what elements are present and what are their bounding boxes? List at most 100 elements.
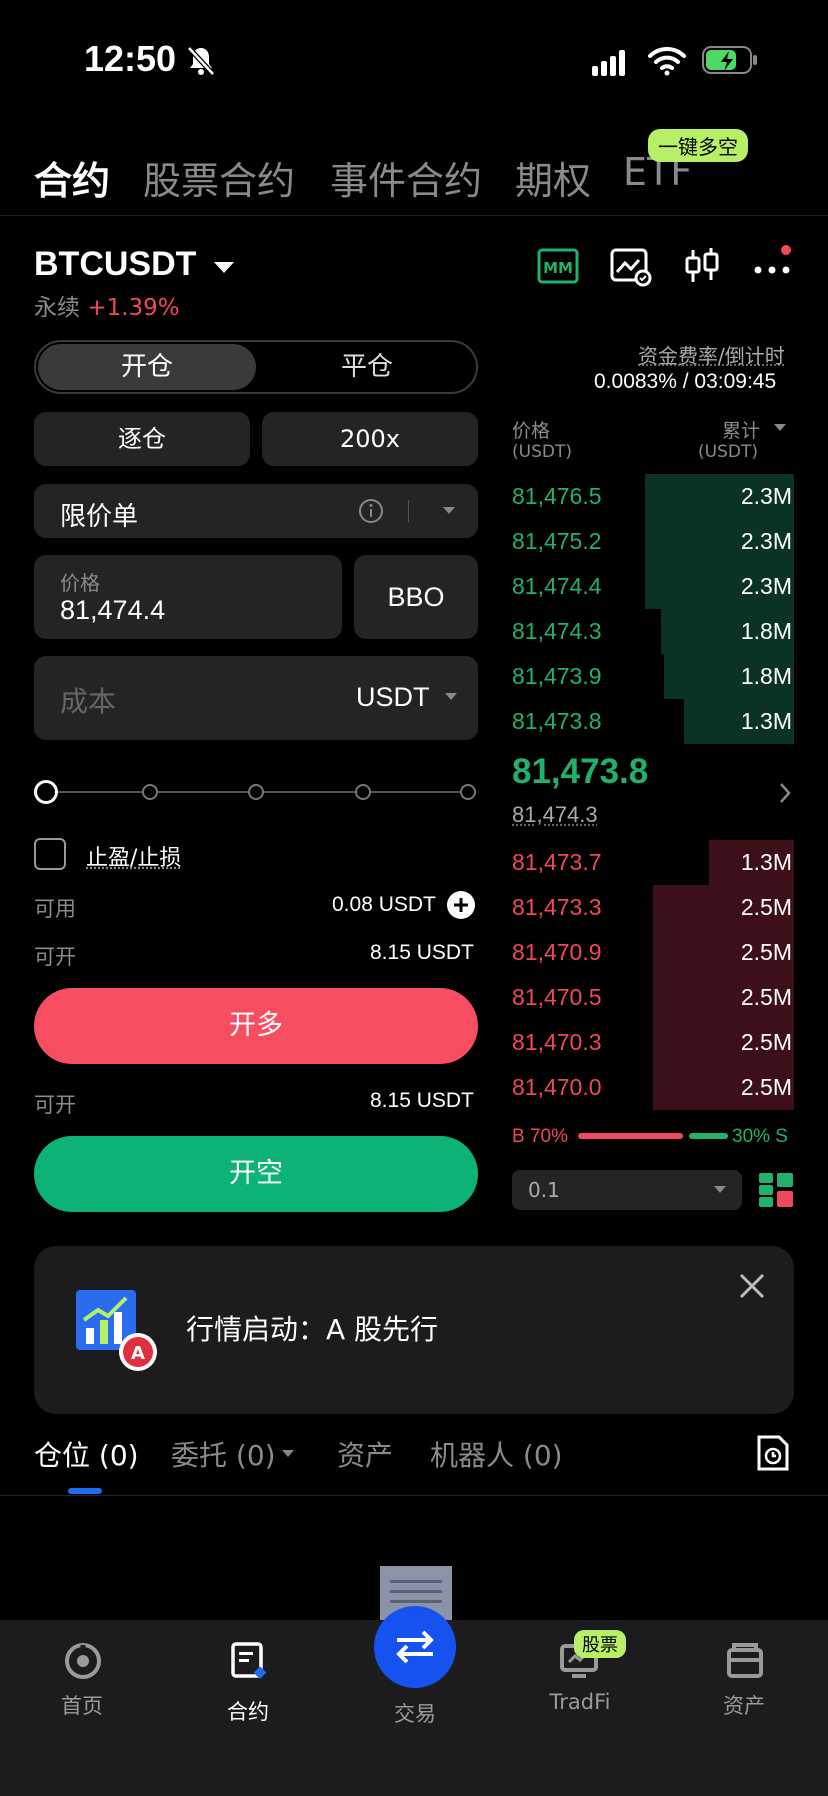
cost-input-placeholder: 成本 [60, 685, 117, 718]
tpsl-label[interactable]: 止盈/止损 [86, 840, 181, 872]
open-long-button[interactable]: 开多 [34, 988, 478, 1064]
more-icon[interactable] [752, 244, 796, 288]
bid-row[interactable]: 81,470.5 2.5M [512, 975, 794, 1020]
close-icon[interactable] [738, 1272, 766, 1300]
ask-price: 81,473.9 [512, 663, 602, 689]
chevron-down-icon [282, 1450, 294, 1457]
slider-step-25[interactable] [142, 784, 158, 800]
ask-quantity: 1.8M [740, 618, 792, 644]
tradfi-badge: 股票 [574, 1630, 626, 1658]
divider [408, 500, 409, 522]
bid-price: 81,473.7 [512, 849, 602, 875]
silent-bell-icon [187, 46, 215, 76]
contract-type: 永续 [34, 295, 80, 321]
ask-quantity: 2.3M [740, 528, 792, 554]
ask-row[interactable]: 81,473.9 1.8M [512, 654, 794, 699]
bid-row[interactable]: 81,473.7 1.3M [512, 840, 794, 885]
chevron-down-icon [774, 424, 786, 431]
mark-price[interactable]: 81,474.3 [512, 802, 598, 828]
funding-rate-label[interactable]: 资金费率/倒计时 [638, 340, 785, 369]
slider-step-50[interactable] [248, 784, 264, 800]
ask-row[interactable]: 81,473.8 1.3M [512, 699, 794, 744]
ask-row[interactable]: 81,476.5 2.3M [512, 474, 794, 519]
bid-row[interactable]: 81,470.9 2.5M [512, 930, 794, 975]
open-position-tab[interactable]: 开仓 [38, 344, 256, 390]
position-tabs: 仓位 (0) 委托 (0) 资产 机器人 (0) [0, 1430, 828, 1496]
bid-row[interactable]: 81,470.0 2.5M [512, 1065, 794, 1110]
ask-row[interactable]: 81,475.2 2.3M [512, 519, 794, 564]
futures-icon [231, 1642, 266, 1679]
candlestick-icon[interactable] [680, 244, 724, 288]
symbol-name: BTCUSDT [34, 245, 197, 283]
tab-options[interactable]: 期权 [515, 150, 591, 205]
max-open-short-label: 可开 [34, 1093, 76, 1117]
status-bar: 12:50 [0, 0, 828, 120]
wifi-icon [648, 46, 686, 76]
tab-bots[interactable]: 机器人 (0) [430, 1434, 563, 1474]
bbo-button[interactable]: BBO [354, 555, 478, 639]
ask-quantity: 1.8M [740, 663, 792, 689]
swap-arrows-icon [396, 1630, 434, 1664]
tab-futures[interactable]: 合约 [34, 150, 110, 205]
banner-icon-letter: A [131, 1343, 145, 1364]
open-close-toggle: 开仓 平仓 [34, 340, 478, 394]
promo-banner[interactable]: A 行情启动：A 股先行 [34, 1246, 794, 1414]
price-input-value: 81,474.4 [60, 595, 166, 625]
price-column-header: 价格 [512, 420, 551, 442]
info-icon[interactable] [358, 498, 384, 524]
chevron-right-icon[interactable] [778, 782, 792, 804]
history-document-icon[interactable] [756, 1434, 790, 1472]
slider-step-100[interactable] [460, 784, 476, 800]
orderbook-layout-icon[interactable] [758, 1172, 794, 1208]
price-input[interactable]: 价格 81,474.4 [34, 555, 342, 639]
bid-quantity: 2.5M [740, 1029, 792, 1055]
ask-price: 81,476.5 [512, 483, 602, 509]
chevron-down-icon [445, 693, 457, 700]
open-short-button[interactable]: 开空 [34, 1136, 478, 1212]
precision-select[interactable]: 0.1 [512, 1170, 742, 1210]
symbol-selector[interactable]: BTCUSDT [34, 245, 236, 284]
close-position-tab[interactable]: 平仓 [258, 344, 476, 390]
ask-price: 81,474.4 [512, 573, 602, 599]
trade-button[interactable] [374, 1606, 456, 1688]
clock: 12:50 [84, 38, 177, 79]
cost-input[interactable]: 成本 USDT [34, 656, 478, 740]
deposit-plus-icon[interactable] [446, 890, 476, 920]
leverage-button[interactable]: 200x [262, 412, 478, 466]
tab-assets[interactable]: 资产 [337, 1434, 393, 1474]
bid-row[interactable]: 81,473.3 2.5M [512, 885, 794, 930]
home-icon [65, 1643, 101, 1679]
available-value: 0.08 USDT [332, 893, 436, 916]
bottom-navigation: 首页 合约 交易 TradFi 股票 资产 [0, 1606, 828, 1796]
bid-row[interactable]: 81,470.3 2.5M [512, 1020, 794, 1065]
nav-trade-label: 交易 [394, 1702, 436, 1726]
mm-icon[interactable]: MM [536, 244, 580, 288]
ask-quantity: 2.3M [740, 483, 792, 509]
ask-row[interactable]: 81,474.4 2.3M [512, 564, 794, 609]
slider-step-75[interactable] [355, 784, 371, 800]
one-click-long-short-badge: 一键多空 [648, 129, 748, 162]
chart-icon[interactable] [608, 244, 652, 288]
ask-price: 81,474.3 [512, 618, 602, 644]
buy-ratio-label: B 70% [512, 1126, 568, 1147]
cost-unit-select[interactable]: USDT [356, 682, 430, 713]
max-open-long-value: 8.15 USDT [370, 941, 474, 964]
qty-column-header[interactable]: 累计 [722, 416, 760, 443]
tab-positions[interactable]: 仓位 (0) [34, 1434, 139, 1474]
stock-rise-icon: A [76, 1290, 157, 1371]
price-column-unit: (USDT) [512, 442, 572, 462]
ask-row[interactable]: 81,474.3 1.8M [512, 609, 794, 654]
amount-slider-handle[interactable] [34, 780, 58, 804]
tab-orders[interactable]: 委托 (0) [171, 1434, 276, 1474]
sell-ratio-bar [578, 1133, 683, 1139]
ask-price: 81,473.8 [512, 708, 602, 734]
bid-quantity: 2.5M [740, 894, 792, 920]
tab-stock-futures[interactable]: 股票合约 [143, 150, 295, 205]
margin-mode-button[interactable]: 逐仓 [34, 412, 250, 466]
ask-quantity: 1.3M [740, 708, 792, 734]
order-type-select[interactable]: 限价单 [34, 484, 478, 538]
bid-price: 81,470.0 [512, 1074, 602, 1100]
last-price: 81,473.8 [512, 752, 649, 791]
tab-event-contracts[interactable]: 事件合约 [330, 150, 482, 205]
tpsl-checkbox[interactable] [34, 838, 66, 870]
